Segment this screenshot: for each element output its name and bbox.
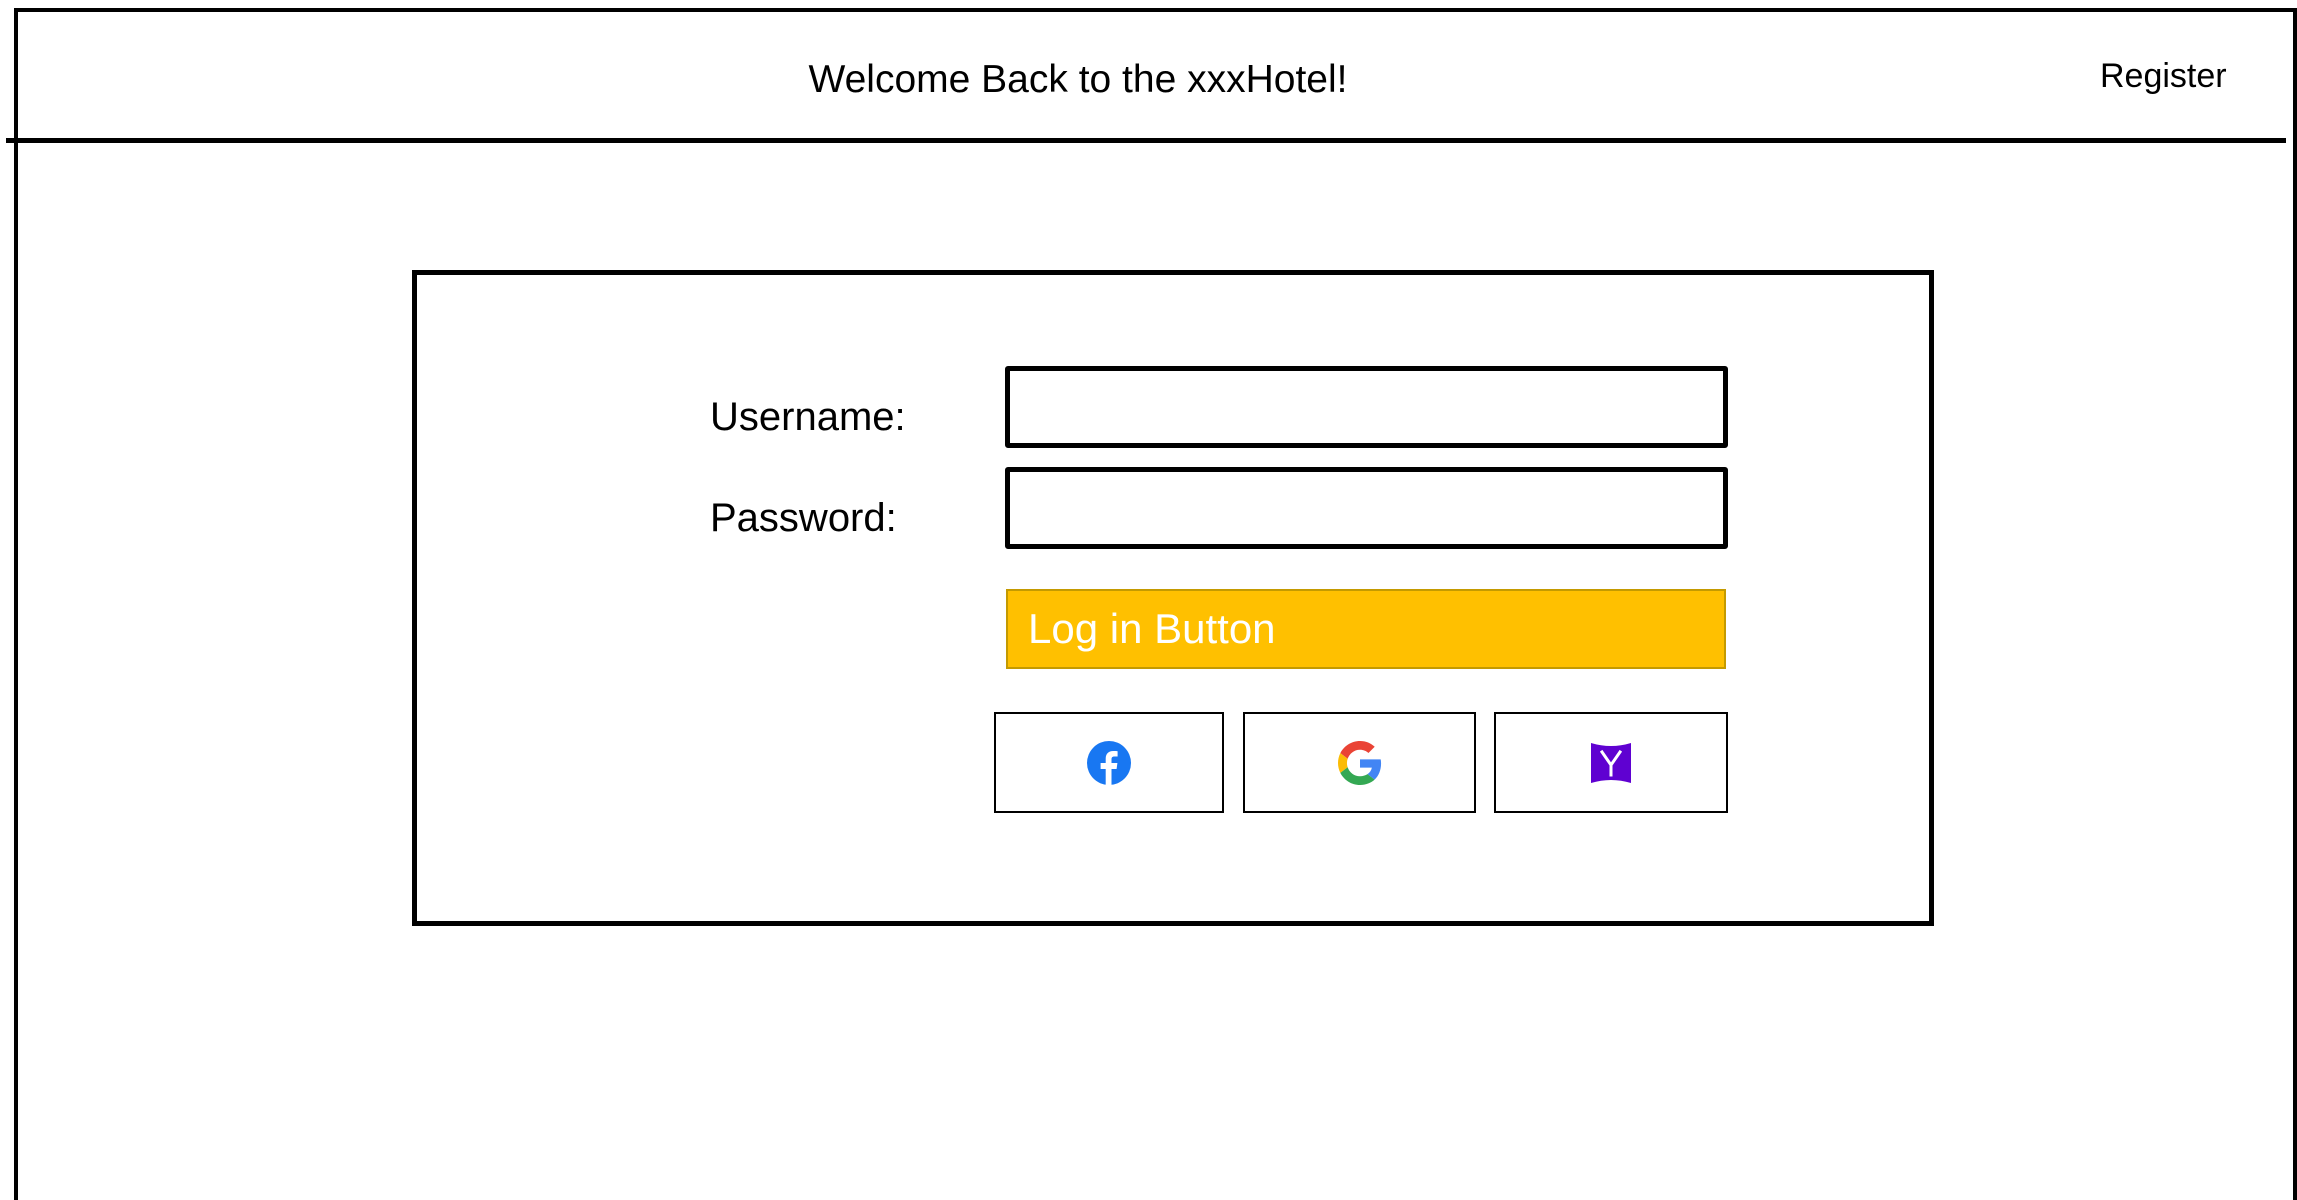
google-login-button[interactable] [1243,712,1476,813]
yahoo-icon [1591,742,1631,783]
login-button[interactable]: Log in Button [1006,589,1726,669]
password-label: Password: [710,496,897,540]
header-divider [6,138,2286,143]
facebook-icon [1087,740,1131,785]
username-label: Username: [710,395,906,439]
facebook-login-button[interactable] [994,712,1224,813]
username-input[interactable] [1005,366,1728,448]
page-title: Welcome Back to the xxxHotel! [808,58,1348,101]
password-input[interactable] [1005,467,1728,549]
register-link[interactable]: Register [2100,54,2227,98]
google-icon [1337,740,1381,785]
yahoo-login-button[interactable] [1494,712,1728,813]
